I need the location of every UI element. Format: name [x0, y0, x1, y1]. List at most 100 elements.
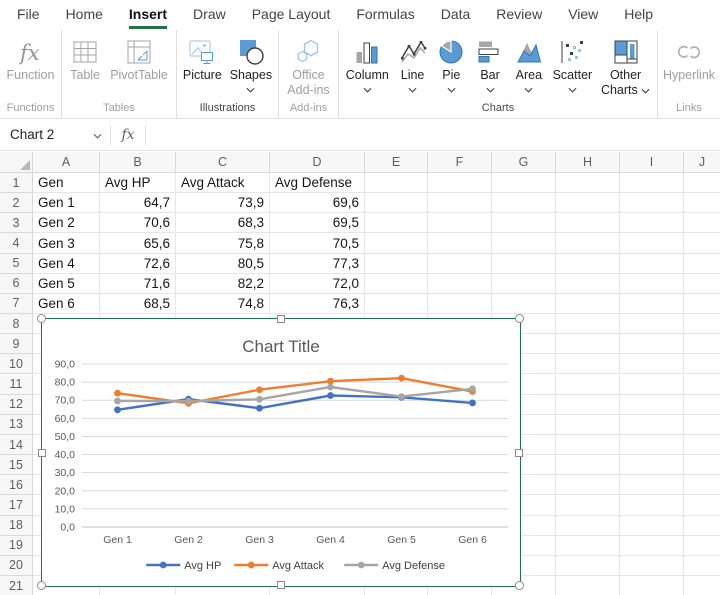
row-header-8[interactable]: 8 [0, 314, 33, 334]
cell-i11[interactable] [620, 375, 684, 395]
bar-button[interactable]: Bar [473, 35, 507, 95]
resize-handle-s[interactable] [277, 581, 285, 589]
cell-h1[interactable] [556, 173, 620, 193]
data-point-avg-defense-gen-5[interactable] [398, 393, 405, 400]
cell-g3[interactable] [492, 213, 556, 233]
cell-c1[interactable]: Avg Attack [176, 173, 270, 193]
cell-j12[interactable] [684, 395, 720, 415]
data-point-avg-hp-gen-3[interactable] [256, 405, 263, 412]
cell-d6[interactable]: 72,0 [270, 274, 365, 294]
cell-d3[interactable]: 69,5 [270, 213, 365, 233]
resize-handle-sw[interactable] [37, 581, 46, 590]
picture-button[interactable]: Picture [181, 35, 224, 84]
cell-e2[interactable] [365, 193, 428, 213]
cell-j1[interactable] [684, 173, 720, 193]
cell-i1[interactable] [620, 173, 684, 193]
column-header-g[interactable]: G [492, 152, 556, 173]
cell-i15[interactable] [620, 455, 684, 475]
cell-i5[interactable] [620, 254, 684, 274]
row-header-12[interactable]: 12 [0, 395, 33, 415]
row-header-18[interactable]: 18 [0, 516, 33, 536]
scatter-button[interactable]: Scatter [551, 35, 595, 95]
column-header-b[interactable]: B [100, 152, 176, 173]
formula-input[interactable] [146, 119, 720, 150]
cell-a2[interactable]: Gen 1 [33, 193, 100, 213]
row-header-20[interactable]: 20 [0, 556, 33, 576]
data-point-avg-hp-gen-6[interactable] [469, 400, 476, 407]
cell-f2[interactable] [428, 193, 492, 213]
cell-j3[interactable] [684, 213, 720, 233]
column-header-c[interactable]: C [176, 152, 270, 173]
cell-a7[interactable]: Gen 6 [33, 294, 100, 314]
data-point-avg-hp-gen-1[interactable] [114, 406, 121, 413]
cell-h4[interactable] [556, 233, 620, 253]
tab-insert[interactable]: Insert [116, 0, 180, 30]
cell-d4[interactable]: 70,5 [270, 233, 365, 253]
cell-b5[interactable]: 72,6 [100, 254, 176, 274]
cell-c6[interactable]: 82,2 [176, 274, 270, 294]
cell-b2[interactable]: 64,7 [100, 193, 176, 213]
row-header-19[interactable]: 19 [0, 536, 33, 556]
cell-j21[interactable] [684, 576, 720, 595]
cell-a5[interactable]: Gen 4 [33, 254, 100, 274]
cell-b6[interactable]: 71,6 [100, 274, 176, 294]
column-header-f[interactable]: F [428, 152, 492, 173]
cell-h20[interactable] [556, 556, 620, 576]
cell-j11[interactable] [684, 375, 720, 395]
cell-a6[interactable]: Gen 5 [33, 274, 100, 294]
cell-j14[interactable] [684, 435, 720, 455]
tab-page-layout[interactable]: Page Layout [239, 0, 344, 30]
cell-g2[interactable] [492, 193, 556, 213]
cell-h17[interactable] [556, 495, 620, 515]
cell-a4[interactable]: Gen 3 [33, 233, 100, 253]
tab-draw[interactable]: Draw [180, 0, 239, 30]
column-header-h[interactable]: H [556, 152, 620, 173]
tab-data[interactable]: Data [428, 0, 484, 30]
shapes-button[interactable]: Shapes [228, 35, 274, 95]
tab-formulas[interactable]: Formulas [343, 0, 427, 30]
cell-j2[interactable] [684, 193, 720, 213]
cell-f1[interactable] [428, 173, 492, 193]
cell-d2[interactable]: 69,6 [270, 193, 365, 213]
cell-h21[interactable] [556, 576, 620, 595]
cell-c5[interactable]: 80,5 [176, 254, 270, 274]
data-point-avg-defense-gen-1[interactable] [114, 398, 121, 405]
line-button[interactable]: Line [396, 35, 430, 95]
cell-i2[interactable] [620, 193, 684, 213]
cell-e5[interactable] [365, 254, 428, 274]
cell-g7[interactable] [492, 294, 556, 314]
cell-b7[interactable]: 68,5 [100, 294, 176, 314]
cell-d7[interactable]: 76,3 [270, 294, 365, 314]
cell-j5[interactable] [684, 254, 720, 274]
cell-f6[interactable] [428, 274, 492, 294]
legend-item-avg-defense[interactable]: Avg Defense [344, 560, 445, 572]
cell-e7[interactable] [365, 294, 428, 314]
cell-i8[interactable] [620, 314, 684, 334]
cell-j8[interactable] [684, 314, 720, 334]
resize-handle-n[interactable] [277, 315, 285, 323]
data-point-avg-defense-gen-6[interactable] [469, 385, 476, 392]
cell-a1[interactable]: Gen [33, 173, 100, 193]
cell-i13[interactable] [620, 415, 684, 435]
cell-e4[interactable] [365, 233, 428, 253]
data-point-avg-hp-gen-4[interactable] [327, 392, 334, 399]
data-point-avg-attack-gen-4[interactable] [327, 378, 334, 385]
cell-h14[interactable] [556, 435, 620, 455]
insert-function-button[interactable]: fx [111, 127, 145, 143]
cell-j16[interactable] [684, 475, 720, 495]
cell-f5[interactable] [428, 254, 492, 274]
row-header-13[interactable]: 13 [0, 415, 33, 435]
other-charts-button[interactable]: OtherCharts [599, 35, 652, 99]
name-box[interactable]: Chart 2 [0, 119, 110, 150]
column-button[interactable]: Column [344, 35, 391, 95]
row-header-5[interactable]: 5 [0, 254, 33, 274]
data-point-avg-attack-gen-3[interactable] [256, 386, 263, 393]
cell-h6[interactable] [556, 274, 620, 294]
cell-j10[interactable] [684, 354, 720, 374]
cell-j6[interactable] [684, 274, 720, 294]
row-header-3[interactable]: 3 [0, 213, 33, 233]
cell-i6[interactable] [620, 274, 684, 294]
cell-i20[interactable] [620, 556, 684, 576]
tab-review[interactable]: Review [483, 0, 555, 30]
cell-h15[interactable] [556, 455, 620, 475]
